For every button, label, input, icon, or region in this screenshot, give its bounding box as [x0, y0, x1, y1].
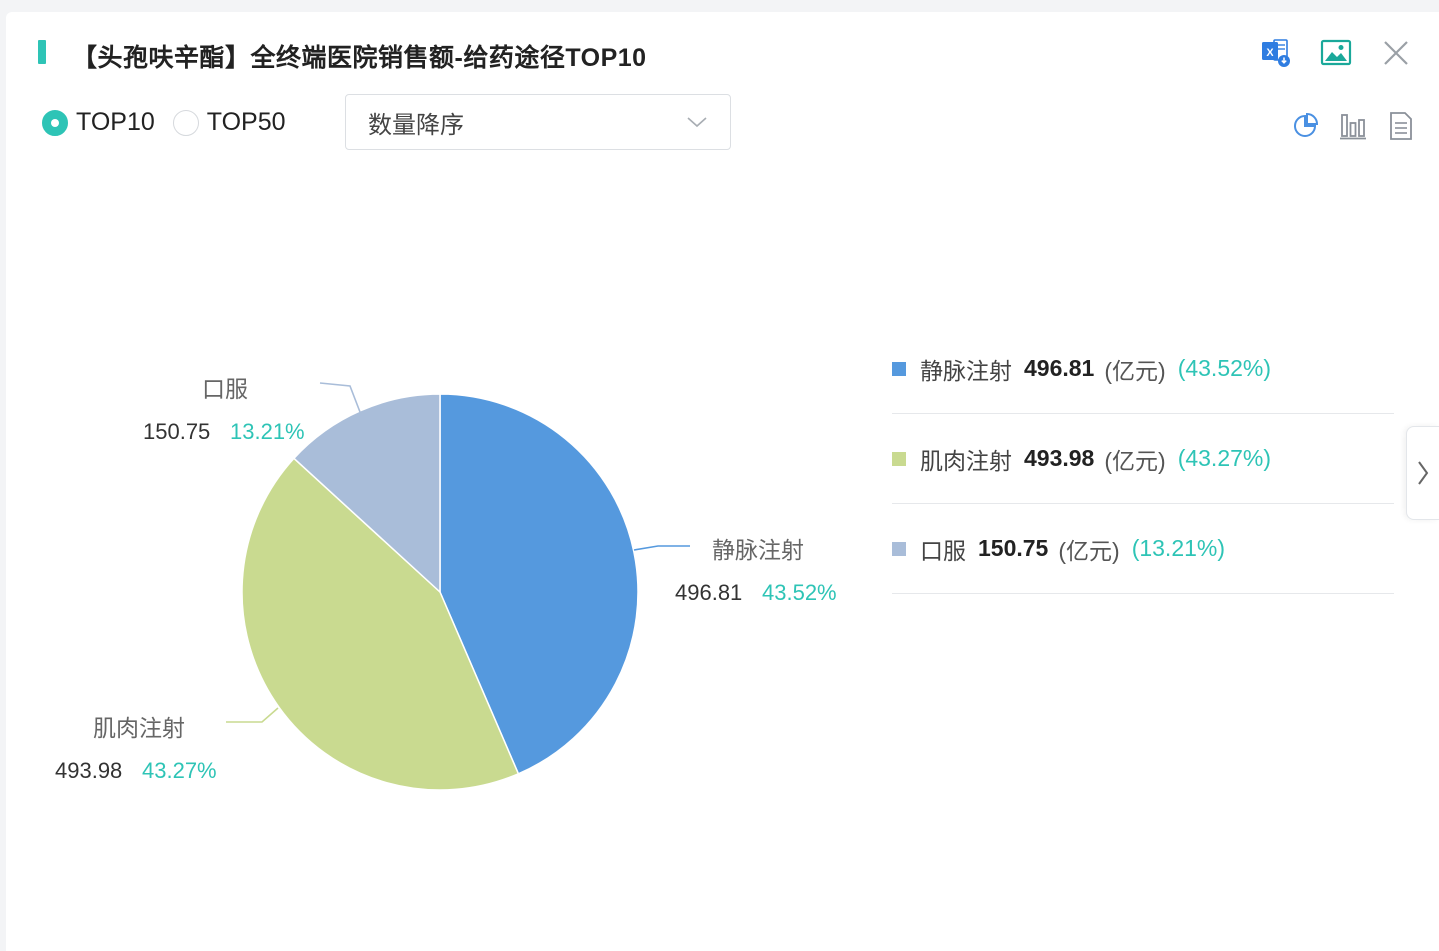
label-leader-line — [633, 545, 690, 551]
legend-percent: (43.52%) — [1177, 355, 1272, 381]
legend-value: 150.75 — [978, 535, 1049, 561]
label-leader-line — [226, 707, 279, 723]
legend-swatch — [892, 541, 906, 556]
legend-percent: (13.21%) — [1131, 535, 1226, 561]
slice-percent-label: 43.52% — [762, 580, 837, 605]
legend-item[interactable]: 口服 150.75 (亿元) (13.21%) — [892, 504, 1394, 594]
legend-swatch — [892, 361, 906, 376]
legend-swatch — [892, 451, 906, 466]
slice-value-label: 496.81 — [675, 580, 742, 605]
legend-unit: (亿元) — [1104, 447, 1166, 474]
legend-unit: (亿元) — [1104, 357, 1166, 384]
chart-legend: 静脉注射 496.81 (亿元) (43.52%) 肌肉注射 493.98 (亿… — [892, 324, 1394, 594]
legend-name: 口服 — [920, 537, 966, 564]
slice-name-label: 口服 — [202, 376, 248, 402]
legend-unit: (亿元) — [1058, 537, 1120, 564]
legend-name: 静脉注射 — [920, 357, 1012, 384]
slice-name-label: 肌肉注射 — [93, 715, 185, 741]
legend-value: 493.98 — [1024, 445, 1095, 471]
legend-item[interactable]: 静脉注射 496.81 (亿元) (43.52%) — [892, 324, 1394, 414]
slice-name-label: 静脉注射 — [712, 537, 804, 563]
slice-value-label: 493.98 — [55, 758, 122, 783]
legend-value: 496.81 — [1024, 355, 1095, 381]
side-collapse-tab[interactable] — [1406, 426, 1439, 520]
slice-value-label: 150.75 — [143, 419, 210, 444]
slice-percent-label: 13.21% — [230, 419, 305, 444]
legend-item[interactable]: 肌肉注射 493.98 (亿元) (43.27%) — [892, 414, 1394, 504]
legend-name: 肌肉注射 — [920, 447, 1012, 474]
legend-percent: (43.27%) — [1177, 445, 1272, 471]
slice-percent-label: 43.27% — [142, 758, 217, 783]
expand-arrow-icon — [1418, 461, 1429, 485]
label-leader-line — [319, 382, 361, 413]
